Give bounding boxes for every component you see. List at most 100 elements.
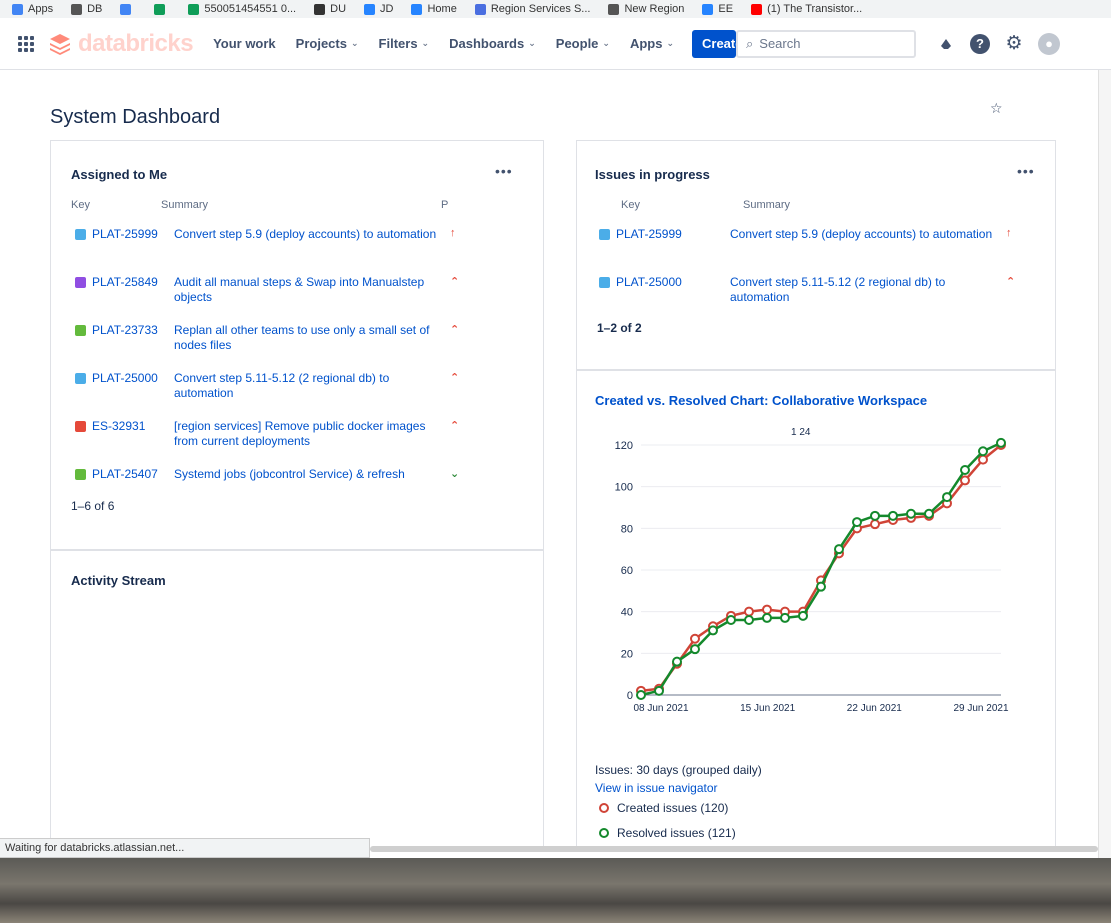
nav-item-label: Your work (213, 36, 276, 51)
issue-key-link[interactable]: PLAT-25999 (92, 227, 168, 242)
issue-summary-link[interactable]: Audit all manual steps & Swap into Manua… (174, 275, 444, 305)
col-priority[interactable]: P (441, 199, 448, 211)
issue-summary-link[interactable]: Systemd jobs (jobcontrol Service) & refr… (174, 467, 444, 482)
y-tick-label: 20 (621, 648, 633, 660)
issue-key-link[interactable]: PLAT-25000 (616, 275, 724, 305)
chart-title[interactable]: Created vs. Resolved Chart: Collaborativ… (595, 393, 927, 408)
help-icon[interactable]: ? (970, 33, 990, 54)
data-point[interactable] (888, 510, 898, 521)
bookmark-label: (1) The Transistor... (767, 3, 863, 15)
bookmark-label: New Region (624, 3, 685, 15)
col-summary[interactable]: Summary (161, 199, 431, 211)
data-point[interactable] (852, 517, 862, 528)
avatar[interactable]: ● (1038, 32, 1060, 55)
data-point[interactable] (744, 606, 754, 617)
bookmark-label: Home (427, 3, 457, 15)
issue-summary-link[interactable]: Convert step 5.9 (deploy accounts) to au… (174, 227, 444, 242)
data-point[interactable] (960, 475, 970, 486)
nav-item-label: Filters (378, 36, 418, 51)
star-icon[interactable]: ☆ (990, 100, 1003, 117)
bookmark-item[interactable]: 550051454551 0... (188, 3, 296, 15)
issue-summary-link[interactable]: Replan all other teams to use only a sma… (174, 323, 444, 353)
issue-summary-link[interactable]: Convert step 5.11-5.12 (2 regional db) t… (174, 371, 444, 401)
issue-key-link[interactable]: PLAT-25000 (92, 371, 168, 401)
bookmark-item[interactable] (120, 3, 136, 15)
data-point[interactable] (942, 492, 952, 503)
data-point[interactable] (690, 644, 700, 655)
issue-navigator-link[interactable]: View in issue navigator (595, 781, 718, 795)
table-row: ES-32931 [region services] Remove public … (75, 419, 464, 449)
col-summary[interactable]: Summary (743, 199, 790, 211)
data-point[interactable] (654, 685, 664, 696)
table-row: PLAT-25849 Audit all manual steps & Swap … (75, 275, 464, 305)
issue-summary-link[interactable]: Convert step 5.11-5.12 (2 regional db) t… (730, 275, 1000, 305)
data-point[interactable] (996, 437, 1006, 448)
bookmark-item[interactable]: Region Services S... (474, 3, 590, 15)
col-key[interactable]: Key (71, 199, 151, 211)
nav-item-projects[interactable]: Projects ⌄ (296, 36, 359, 51)
data-point[interactable] (906, 508, 916, 519)
activity-gadget: Activity Stream (50, 550, 544, 850)
issue-key-link[interactable]: PLAT-23733 (92, 323, 168, 353)
bookmark-item[interactable]: DU (314, 3, 346, 15)
data-point[interactable] (870, 519, 880, 530)
notifications-icon[interactable] (936, 34, 956, 54)
nav-item-dashboards[interactable]: Dashboards ⌄ (449, 36, 536, 51)
app-switcher-icon[interactable] (18, 35, 34, 52)
nav-item-your-work[interactable]: Your work (213, 36, 276, 51)
data-point[interactable] (690, 633, 700, 644)
issue-summary-link[interactable]: [region services] Remove public docker i… (174, 419, 444, 449)
nav-item-people[interactable]: People ⌄ (556, 36, 610, 51)
table-row: PLAT-25000 Convert step 5.11-5.12 (2 regi… (75, 371, 464, 401)
bookmark-item[interactable] (154, 3, 170, 15)
data-point[interactable] (636, 690, 646, 700)
data-point[interactable] (960, 465, 970, 475)
created-dot-icon (599, 803, 609, 813)
databricks-logo[interactable]: databricks (48, 30, 194, 58)
more-icon[interactable]: ••• (495, 163, 513, 179)
page-title: System Dashboard (50, 106, 221, 128)
issue-summary-link[interactable]: Convert step 5.9 (deploy accounts) to au… (730, 227, 1000, 242)
horizontal-scrollbar[interactable] (370, 846, 1098, 852)
data-point[interactable] (762, 604, 772, 615)
bookmark-item[interactable]: EE (702, 3, 733, 15)
nav-item-label: Projects (295, 36, 347, 51)
data-point[interactable] (816, 581, 826, 592)
bookmark-item[interactable]: (1) The Transistor... (751, 3, 862, 15)
data-point[interactable] (762, 612, 772, 623)
settings-icon[interactable]: ⚙ (1004, 33, 1024, 54)
bookmark-item[interactable]: Apps (12, 3, 53, 15)
bookmark-item[interactable]: New Region (608, 3, 684, 15)
search-input[interactable]: ⌕ Search (736, 29, 916, 58)
bookmark-item[interactable]: Home (411, 3, 457, 15)
bookmark-item[interactable]: DB (71, 3, 102, 15)
priority-icon: ⌄ (450, 468, 460, 480)
data-point[interactable] (780, 612, 790, 623)
priority-icon: ⌃ (1006, 276, 1016, 288)
issue-key-link[interactable]: ES-32931 (92, 419, 168, 449)
nav-item-label: Dashboards (449, 36, 525, 51)
col-key[interactable]: Key (621, 199, 733, 211)
issue-key-link[interactable]: PLAT-25999 (616, 227, 724, 242)
table-row: PLAT-23733 Replan all other teams to use … (75, 323, 464, 353)
bookmark-item[interactable]: JD (364, 3, 393, 15)
vertical-scrollbar[interactable] (1098, 70, 1111, 858)
data-point[interactable] (708, 625, 718, 636)
task-icon (599, 277, 610, 288)
issue-key-link[interactable]: PLAT-25849 (92, 275, 168, 305)
create-button[interactable]: Create (692, 29, 736, 58)
data-point[interactable] (672, 656, 682, 667)
data-point[interactable] (978, 454, 988, 465)
nav-item-apps[interactable]: Apps ⌄ (630, 36, 674, 51)
data-point[interactable] (924, 508, 934, 519)
y-tick-label: 120 (615, 440, 633, 452)
more-icon[interactable]: ••• (1017, 163, 1035, 179)
issue-key-link[interactable]: PLAT-25407 (92, 467, 168, 482)
nav-item-filters[interactable]: Filters ⌄ (379, 36, 430, 51)
data-point[interactable] (834, 544, 844, 555)
data-point[interactable] (978, 446, 988, 457)
data-point[interactable] (870, 510, 880, 521)
data-point[interactable] (798, 610, 808, 621)
data-point[interactable] (726, 615, 736, 625)
data-point[interactable] (744, 615, 754, 625)
